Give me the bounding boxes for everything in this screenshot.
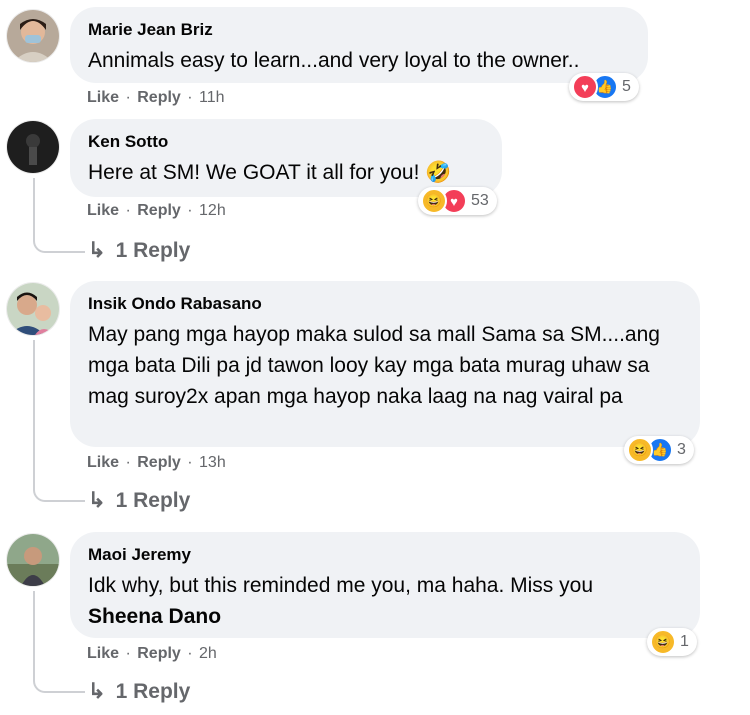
reply-arrow-icon: ↳: [88, 489, 106, 512]
comment-timestamp[interactable]: 12h: [199, 202, 226, 219]
comment-author[interactable]: Marie Jean Briz: [88, 19, 628, 41]
comment-bubble: Insik Ondo Rabasano May pang mga hayop m…: [70, 281, 700, 447]
view-replies-label: 1 Reply: [115, 489, 191, 512]
comment-timestamp[interactable]: 13h: [199, 454, 226, 471]
like-link[interactable]: Like: [87, 645, 119, 662]
comment-actions: Like · Reply · 2h: [87, 645, 217, 662]
view-replies-button[interactable]: ↳ 1 Reply: [88, 679, 190, 705]
view-replies-label: 1 Reply: [115, 680, 191, 703]
reaction-summary[interactable]: 😆 ♥ 53: [418, 187, 497, 215]
comment-actions: Like · Reply · 11h: [87, 89, 225, 106]
reaction-summary[interactable]: 😆 👍 3: [624, 436, 694, 464]
reaction-count: 1: [680, 633, 689, 650]
comment-author[interactable]: Maoi Jeremy: [88, 544, 680, 566]
comment-text: Idk why, but this reminded me you, ma ha…: [88, 570, 680, 632]
view-replies-button[interactable]: ↳ 1 Reply: [88, 488, 190, 514]
mention-link[interactable]: Sheena Dano: [88, 605, 221, 628]
comment-actions: Like · Reply · 13h: [87, 454, 226, 471]
view-replies-label: 1 Reply: [115, 239, 191, 262]
haha-reaction-icon: 😆: [627, 437, 653, 463]
comment-author[interactable]: Insik Ondo Rabasano: [88, 293, 680, 315]
comment-bubble: Ken Sotto Here at SM! We GOAT it all for…: [70, 119, 502, 197]
reaction-summary[interactable]: 😆 1: [647, 628, 697, 656]
love-reaction-icon: ♥: [572, 74, 598, 100]
comment-text: May pang mga hayop maka sulod sa mall Sa…: [88, 323, 660, 408]
comment-text: Here at SM! We GOAT it all for you! 🤣: [88, 161, 452, 184]
reply-link[interactable]: Reply: [137, 202, 181, 219]
reply-link[interactable]: Reply: [137, 454, 181, 471]
view-replies-button[interactable]: ↳ 1 Reply: [88, 238, 190, 264]
reply-link[interactable]: Reply: [137, 89, 181, 106]
like-link[interactable]: Like: [87, 89, 119, 106]
comment-timestamp[interactable]: 11h: [199, 89, 225, 106]
reaction-summary[interactable]: ♥ 👍 5: [569, 73, 639, 101]
comment-text: Annimals easy to learn...and very loyal …: [88, 49, 580, 72]
reply-arrow-icon: ↳: [88, 239, 106, 262]
comment-bubble: Marie Jean Briz Annimals easy to learn..…: [70, 7, 648, 83]
avatar[interactable]: [7, 283, 59, 335]
avatar[interactable]: [7, 10, 59, 62]
like-link[interactable]: Like: [87, 202, 119, 219]
reply-arrow-icon: ↳: [88, 680, 106, 703]
reaction-count: 5: [622, 78, 631, 95]
comment-actions: Like · Reply · 12h: [87, 202, 226, 219]
comment-text-body: Idk why, but this reminded me you, ma ha…: [88, 574, 594, 597]
reply-link[interactable]: Reply: [137, 645, 181, 662]
comment-author[interactable]: Ken Sotto: [88, 131, 482, 153]
haha-reaction-icon: 😆: [650, 629, 676, 655]
comment-timestamp[interactable]: 2h: [199, 645, 217, 662]
like-link[interactable]: Like: [87, 454, 119, 471]
reaction-count: 53: [471, 192, 489, 209]
avatar[interactable]: [7, 534, 59, 586]
reaction-count: 3: [677, 441, 686, 458]
haha-reaction-icon: 😆: [421, 188, 447, 214]
comment-bubble: Maoi Jeremy Idk why, but this reminded m…: [70, 532, 700, 638]
avatar[interactable]: [7, 121, 59, 173]
